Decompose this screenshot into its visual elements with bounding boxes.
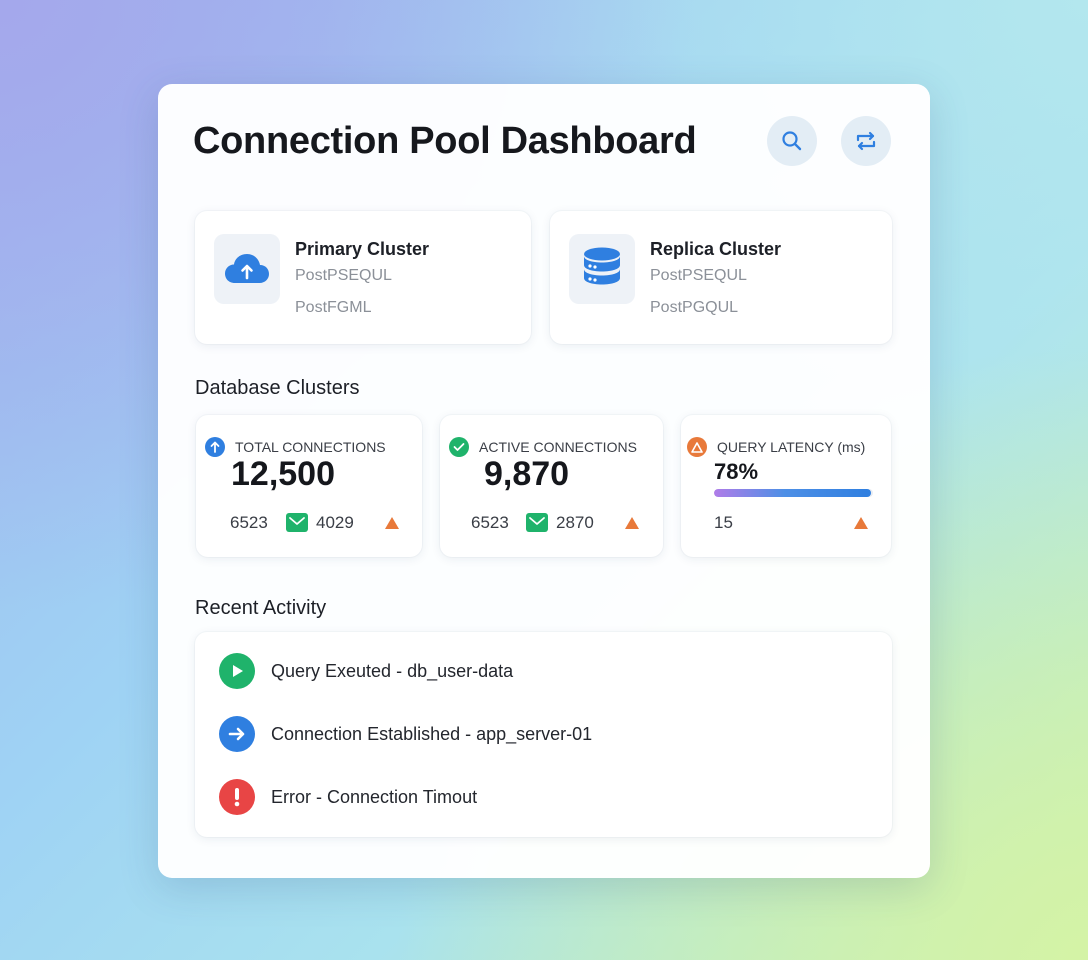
activity-text: Query Exeuted - db_user-data xyxy=(271,660,514,681)
warning-icon xyxy=(687,437,707,457)
stat-card-total-connections[interactable]: TOTAL CONNECTIONS 12,500 6523 4029 xyxy=(196,415,422,557)
stat-foot-left: 6523 xyxy=(230,513,268,532)
latency-progress-bar xyxy=(714,489,873,497)
warning-triangle-icon xyxy=(385,517,399,529)
stat-header: ACTIVE CONNECTIONS xyxy=(449,437,637,457)
stat-foot-left: 15 xyxy=(714,513,733,532)
activity-item[interactable]: Error - Connection Timout xyxy=(219,779,477,815)
cluster-name: Primary Cluster xyxy=(295,239,430,259)
arrow-right-icon xyxy=(219,716,255,752)
warning-triangle-icon xyxy=(625,517,639,529)
activity-item[interactable]: Query Exeuted - db_user-data xyxy=(219,653,513,689)
stat-card-query-latency[interactable]: QUERY LATENCY (ms) 78% 15 xyxy=(681,415,891,557)
activity-item[interactable]: Connection Established - app_server-01 xyxy=(219,716,592,752)
latency-progress-fill xyxy=(714,489,872,497)
activity-text: Connection Established - app_server-01 xyxy=(271,723,593,744)
section-title-activity: Recent Activity xyxy=(195,597,327,619)
database-icon xyxy=(584,247,620,285)
cluster-card-replica[interactable]: Replica Cluster PostPSEQUL PostPGQUL xyxy=(550,211,892,344)
cluster-engine-secondary: PostPGQUL xyxy=(650,299,739,316)
switch-button[interactable] xyxy=(841,116,891,166)
cluster-card-primary[interactable]: Primary Cluster PostPSEQUL PostFGML xyxy=(195,211,531,344)
cluster-engine: PostPSEQUL xyxy=(650,267,747,284)
stat-foot-right: 2870 xyxy=(556,513,594,532)
cluster-engine-secondary: PostFGML xyxy=(295,299,372,316)
cluster-icon-box xyxy=(214,234,280,304)
warning-triangle-icon xyxy=(854,517,868,529)
stat-card-active-connections[interactable]: ACTIVE CONNECTIONS 9,870 6523 2870 xyxy=(440,415,663,557)
stat-header: TOTAL CONNECTIONS xyxy=(205,437,386,457)
check-icon xyxy=(449,437,469,457)
cloud-upload-icon xyxy=(225,254,269,283)
stat-value: 12,500 xyxy=(231,455,335,493)
search-button[interactable] xyxy=(767,116,817,166)
stat-value: 9,870 xyxy=(484,455,570,493)
stat-value: 78% xyxy=(714,459,759,484)
stat-label: ACTIVE CONNECTIONS xyxy=(479,439,637,455)
cluster-icon-box xyxy=(569,234,635,304)
page-title: Connection Pool Dashboard xyxy=(193,120,697,162)
mail-icon xyxy=(526,513,548,532)
cluster-engine: PostPSEQUL xyxy=(295,267,392,284)
stat-foot-right: 4029 xyxy=(316,513,354,532)
swap-arrows-icon xyxy=(856,131,876,151)
dashboard-panel: Connection Pool Dashboard Primary Cluste… xyxy=(158,84,930,878)
search-icon xyxy=(782,131,802,151)
stat-label: QUERY LATENCY (ms) xyxy=(717,439,866,455)
activity-list: Query Exeuted - db_user-data Connection … xyxy=(195,632,892,837)
exclamation-icon xyxy=(219,779,255,815)
stat-header: QUERY LATENCY (ms) xyxy=(687,437,865,457)
section-title-clusters: Database Clusters xyxy=(195,377,360,399)
play-icon xyxy=(219,653,255,689)
cluster-name: Replica Cluster xyxy=(650,239,782,259)
arrow-up-icon xyxy=(205,437,225,457)
activity-text: Error - Connection Timout xyxy=(271,786,478,807)
mail-icon xyxy=(286,513,308,532)
stat-label: TOTAL CONNECTIONS xyxy=(235,439,386,455)
stat-foot-left: 6523 xyxy=(471,513,509,532)
